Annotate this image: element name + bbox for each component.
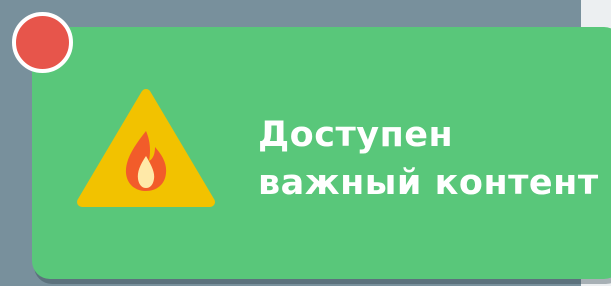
close-dot-icon[interactable] (12, 12, 73, 73)
banner-message-line-1: Доступен (258, 115, 454, 155)
banner-message: Доступен важный контент (258, 111, 599, 207)
warning-fire-icon (77, 89, 215, 207)
banner-message-line-2: важный контент (258, 163, 599, 203)
